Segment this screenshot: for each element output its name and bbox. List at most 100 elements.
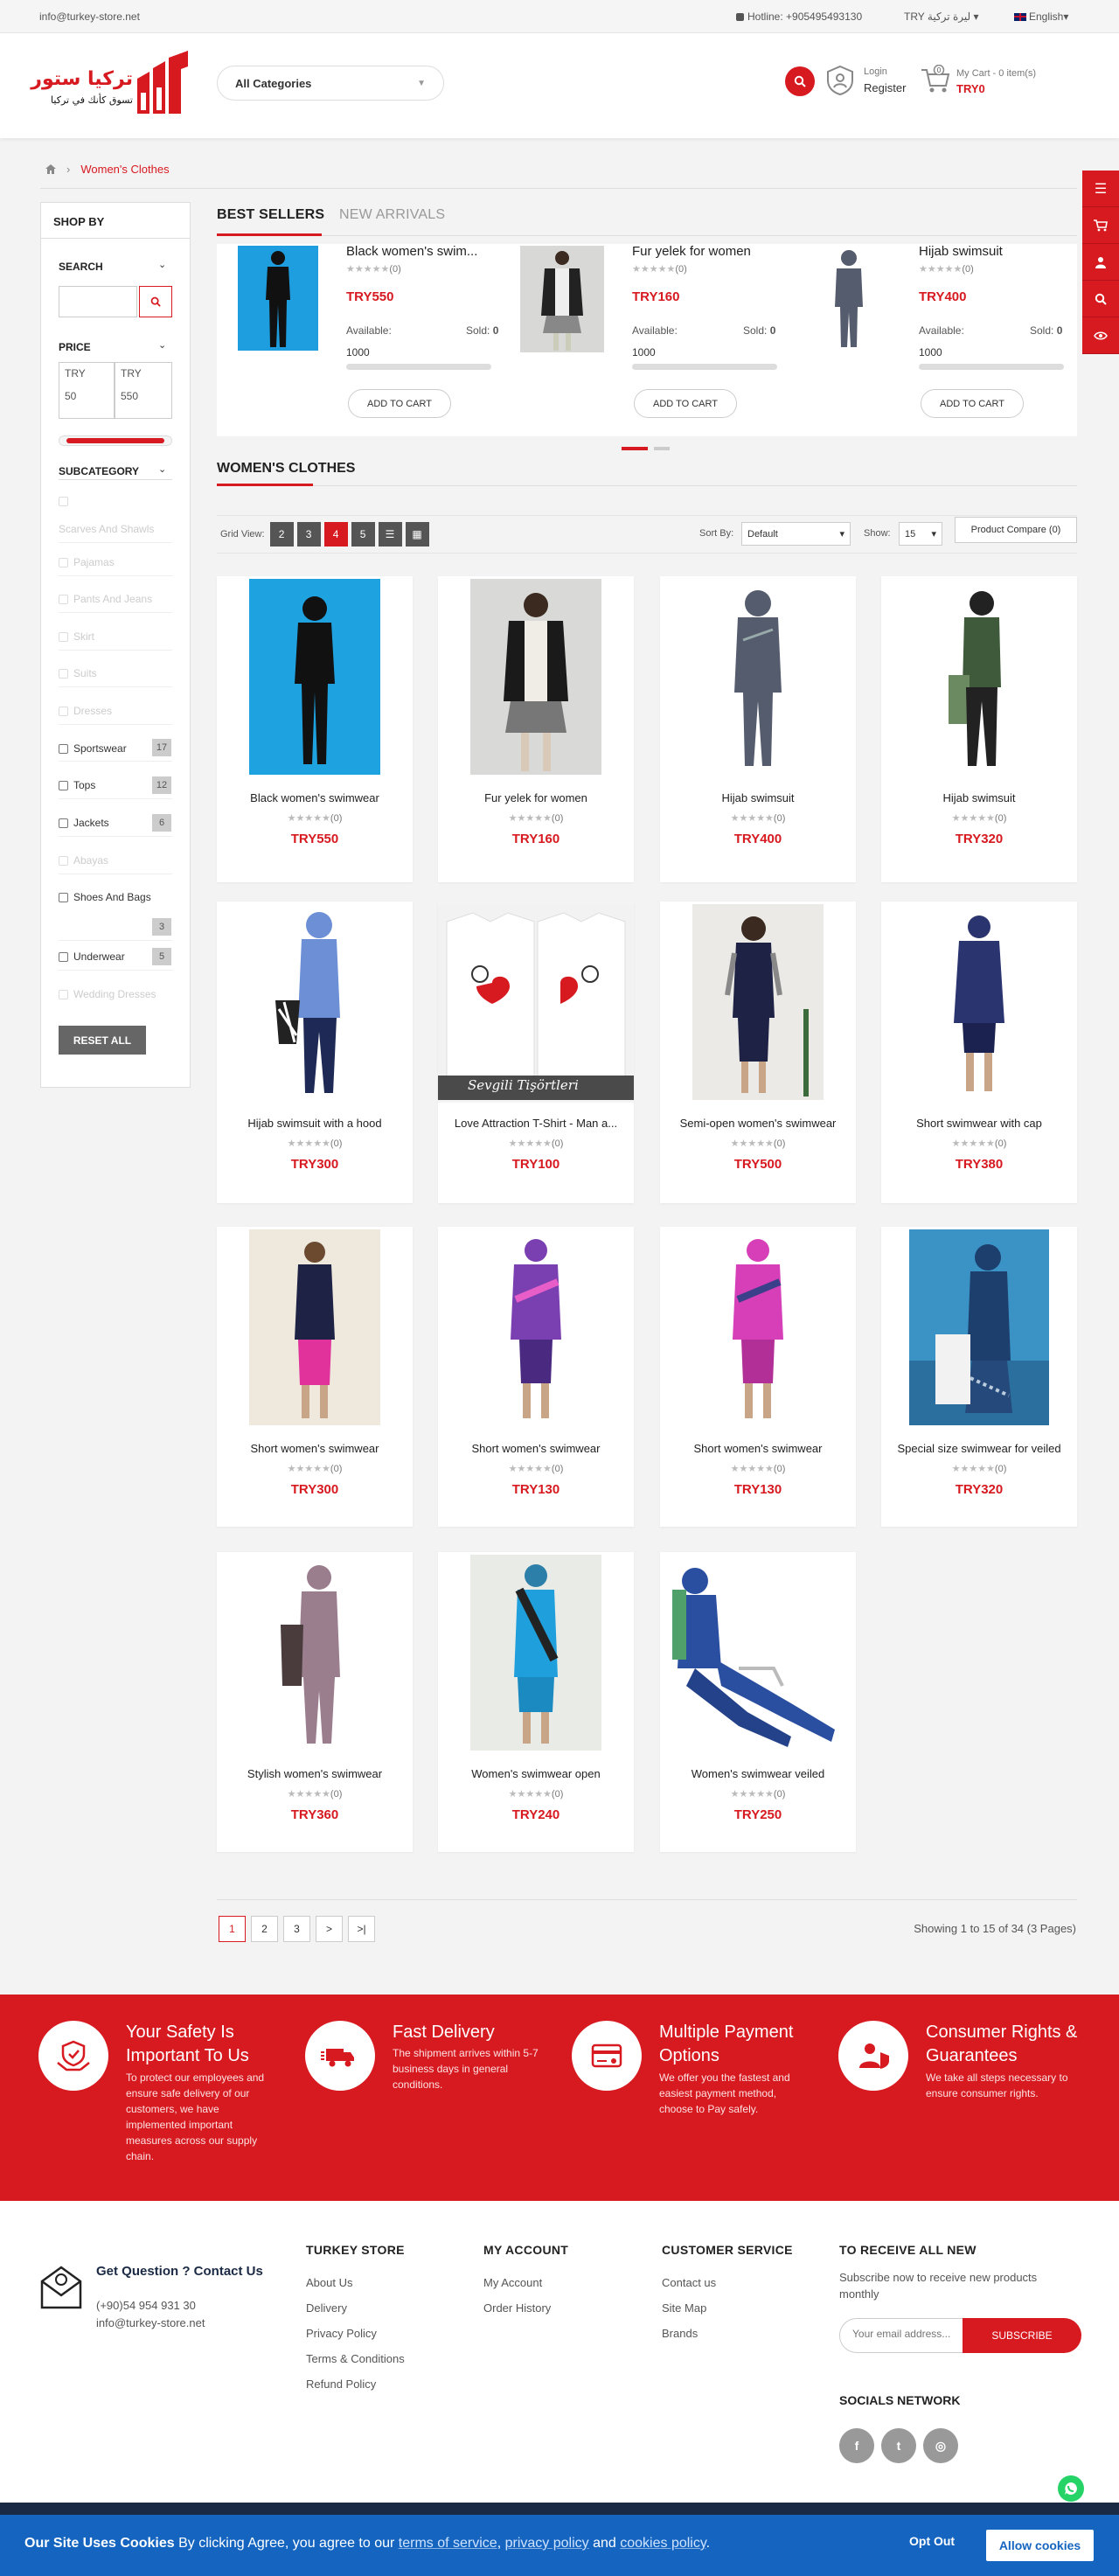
product-image[interactable]: [660, 1552, 856, 1753]
sidebar-search-button[interactable]: [139, 286, 172, 317]
product-image[interactable]: [217, 1227, 413, 1428]
subcategory-item-sportswear[interactable]: Sportswear: [59, 742, 127, 755]
login-link[interactable]: Login: [864, 66, 887, 77]
footer-link[interactable]: Order History: [483, 2301, 568, 2315]
twitter-icon[interactable]: t: [881, 2428, 916, 2463]
logo[interactable]: تركيا ستور تسوق كأنك في تركيا: [31, 49, 192, 117]
footer-link[interactable]: Terms & Conditions: [306, 2352, 405, 2365]
product-image[interactable]: [438, 576, 634, 777]
table-view-button[interactable]: ▦: [405, 522, 429, 547]
price-max-input[interactable]: TRY 550: [115, 362, 172, 419]
product-card[interactable]: Short women's swimwear ★★★★★(0) TRY300: [217, 1227, 413, 1527]
product-name[interactable]: Black women's swimwear: [217, 791, 413, 804]
product-card[interactable]: Hijab swimsuit ★★★★★(0) TRY400: [660, 576, 856, 882]
product-name[interactable]: Black women's swim...: [346, 244, 499, 259]
subcategory-item-jackets[interactable]: Jackets: [59, 817, 109, 829]
product-image[interactable]: [660, 1227, 856, 1428]
instagram-icon[interactable]: ◎: [923, 2428, 958, 2463]
product-card[interactable]: Hijab swimsuit ★★★★★(0) TRY320: [881, 576, 1077, 882]
product-image[interactable]: [807, 246, 891, 352]
subcategory-item-tops[interactable]: Tops: [59, 779, 95, 791]
product-name[interactable]: Short women's swimwear: [217, 1442, 413, 1455]
product-name[interactable]: Short swimwear with cap: [881, 1117, 1077, 1130]
category-select[interactable]: All Categories ▼: [217, 66, 444, 101]
product-image[interactable]: [217, 576, 413, 777]
grid-3-button[interactable]: 3: [296, 522, 321, 547]
product-card[interactable]: Stylish women's swimwear ★★★★★(0) TRY360: [217, 1552, 413, 1852]
product-card[interactable]: Semi-open women's swimwear ★★★★★(0) TRY5…: [660, 902, 856, 1203]
price-min-input[interactable]: TRY 50: [59, 362, 115, 419]
footer-link[interactable]: Delivery: [306, 2301, 405, 2315]
product-name[interactable]: Women's swimwear open: [438, 1767, 634, 1780]
breadcrumb-current[interactable]: Women's Clothes: [80, 163, 169, 176]
terms-of-service-link[interactable]: terms of service: [399, 2536, 497, 2551]
product-card[interactable]: Short swimwear with cap ★★★★★(0) TRY380: [881, 902, 1077, 1203]
product-image[interactable]: [881, 576, 1077, 777]
footer-link[interactable]: My Account: [483, 2276, 568, 2289]
product-image[interactable]: Sevgili Tişörtleri: [438, 902, 634, 1103]
add-to-cart-button[interactable]: ADD TO CART: [634, 389, 737, 418]
cookies-policy-link[interactable]: cookies policy: [620, 2536, 705, 2551]
last-page-button[interactable]: >|: [348, 1916, 375, 1942]
product-name[interactable]: Hijab swimsuit: [881, 791, 1077, 804]
grid-2-button[interactable]: 2: [269, 522, 294, 547]
footer-link[interactable]: Brands: [662, 2327, 793, 2340]
subcategory-item-shoes-bags[interactable]: Shoes And Bags: [59, 891, 151, 903]
page-button[interactable]: 3: [283, 1916, 310, 1942]
product-card[interactable]: Women's swimwear open ★★★★★(0) TRY240: [438, 1552, 634, 1852]
product-name[interactable]: Love Attraction T-Shirt - Man a...: [438, 1117, 634, 1130]
add-to-cart-button[interactable]: ADD TO CART: [921, 389, 1024, 418]
product-image[interactable]: [660, 576, 856, 777]
product-name[interactable]: Hijab swimsuit: [919, 244, 1003, 259]
footer-link[interactable]: Site Map: [662, 2301, 793, 2315]
side-cart-button[interactable]: [1082, 207, 1119, 244]
product-compare-button[interactable]: Product Compare (0): [955, 517, 1077, 543]
product-card[interactable]: Hijab swimsuit with a hood ★★★★★(0) TRY3…: [217, 902, 413, 1203]
product-name[interactable]: Hijab swimsuit with a hood: [217, 1117, 413, 1130]
currency-select[interactable]: TRY ليرة تركية ▾: [904, 10, 979, 23]
footer-link[interactable]: Contact us: [662, 2276, 793, 2289]
product-card[interactable]: Fur yelek for women ★★★★★(0) TRY160: [438, 576, 634, 882]
product-card[interactable]: Short women's swimwear ★★★★★(0) TRY130: [660, 1227, 856, 1527]
product-name[interactable]: Fur yelek for women: [438, 791, 634, 804]
product-card[interactable]: Special size swimwear for veiled ★★★★★(0…: [881, 1227, 1077, 1527]
product-image[interactable]: [881, 1227, 1077, 1428]
top-email-link[interactable]: info@turkey-store.net: [39, 10, 140, 23]
opt-out-button[interactable]: Opt Out: [909, 2534, 955, 2548]
grid-5-button[interactable]: 5: [351, 522, 375, 547]
home-icon[interactable]: [45, 164, 56, 174]
tab-best-sellers[interactable]: BEST SELLERS: [217, 207, 324, 223]
contact-phone[interactable]: (+90)54 954 931 30: [96, 2299, 196, 2312]
product-name[interactable]: Women's swimwear veiled: [660, 1767, 856, 1780]
product-image[interactable]: [881, 902, 1077, 1103]
search-button[interactable]: [785, 66, 815, 96]
product-card[interactable]: Short women's swimwear ★★★★★(0) TRY130: [438, 1227, 634, 1527]
subcategory-item-underwear[interactable]: Underwear: [59, 950, 125, 963]
list-view-button[interactable]: ☰: [378, 522, 402, 547]
page-button[interactable]: 1: [219, 1916, 246, 1942]
facebook-icon[interactable]: f: [839, 2428, 874, 2463]
product-name[interactable]: Semi-open women's swimwear: [660, 1117, 856, 1130]
side-settings-button[interactable]: [1082, 317, 1119, 354]
chevron-down-icon[interactable]: ⌄: [158, 339, 166, 351]
cart-icon[interactable]: 0: [920, 65, 951, 94]
whatsapp-button[interactable]: [1058, 2475, 1084, 2502]
product-card[interactable]: Black women's swimwear ★★★★★(0) TRY550: [217, 576, 413, 882]
product-image[interactable]: [660, 902, 856, 1103]
privacy-policy-link[interactable]: privacy policy: [505, 2536, 589, 2551]
product-card[interactable]: Women's swimwear veiled ★★★★★(0) TRY250: [660, 1552, 856, 1852]
side-menu-button[interactable]: ☰: [1082, 171, 1119, 207]
product-name[interactable]: Short women's swimwear: [438, 1442, 634, 1455]
show-select[interactable]: 15 ▾: [899, 522, 942, 546]
chevron-down-icon[interactable]: ⌄: [158, 463, 166, 475]
footer-link[interactable]: About Us: [306, 2276, 405, 2289]
product-card[interactable]: Sevgili Tişörtleri Love Attraction T-Shi…: [438, 902, 634, 1203]
sort-select[interactable]: Default ▾: [741, 522, 851, 546]
allow-cookies-button[interactable]: Allow cookies: [986, 2530, 1094, 2561]
register-link[interactable]: Register: [864, 81, 906, 94]
product-name[interactable]: Stylish women's swimwear: [217, 1767, 413, 1780]
side-account-button[interactable]: [1082, 244, 1119, 281]
page-button[interactable]: 2: [251, 1916, 278, 1942]
product-image[interactable]: [438, 1227, 634, 1428]
language-select[interactable]: English ▾: [1014, 10, 1068, 23]
